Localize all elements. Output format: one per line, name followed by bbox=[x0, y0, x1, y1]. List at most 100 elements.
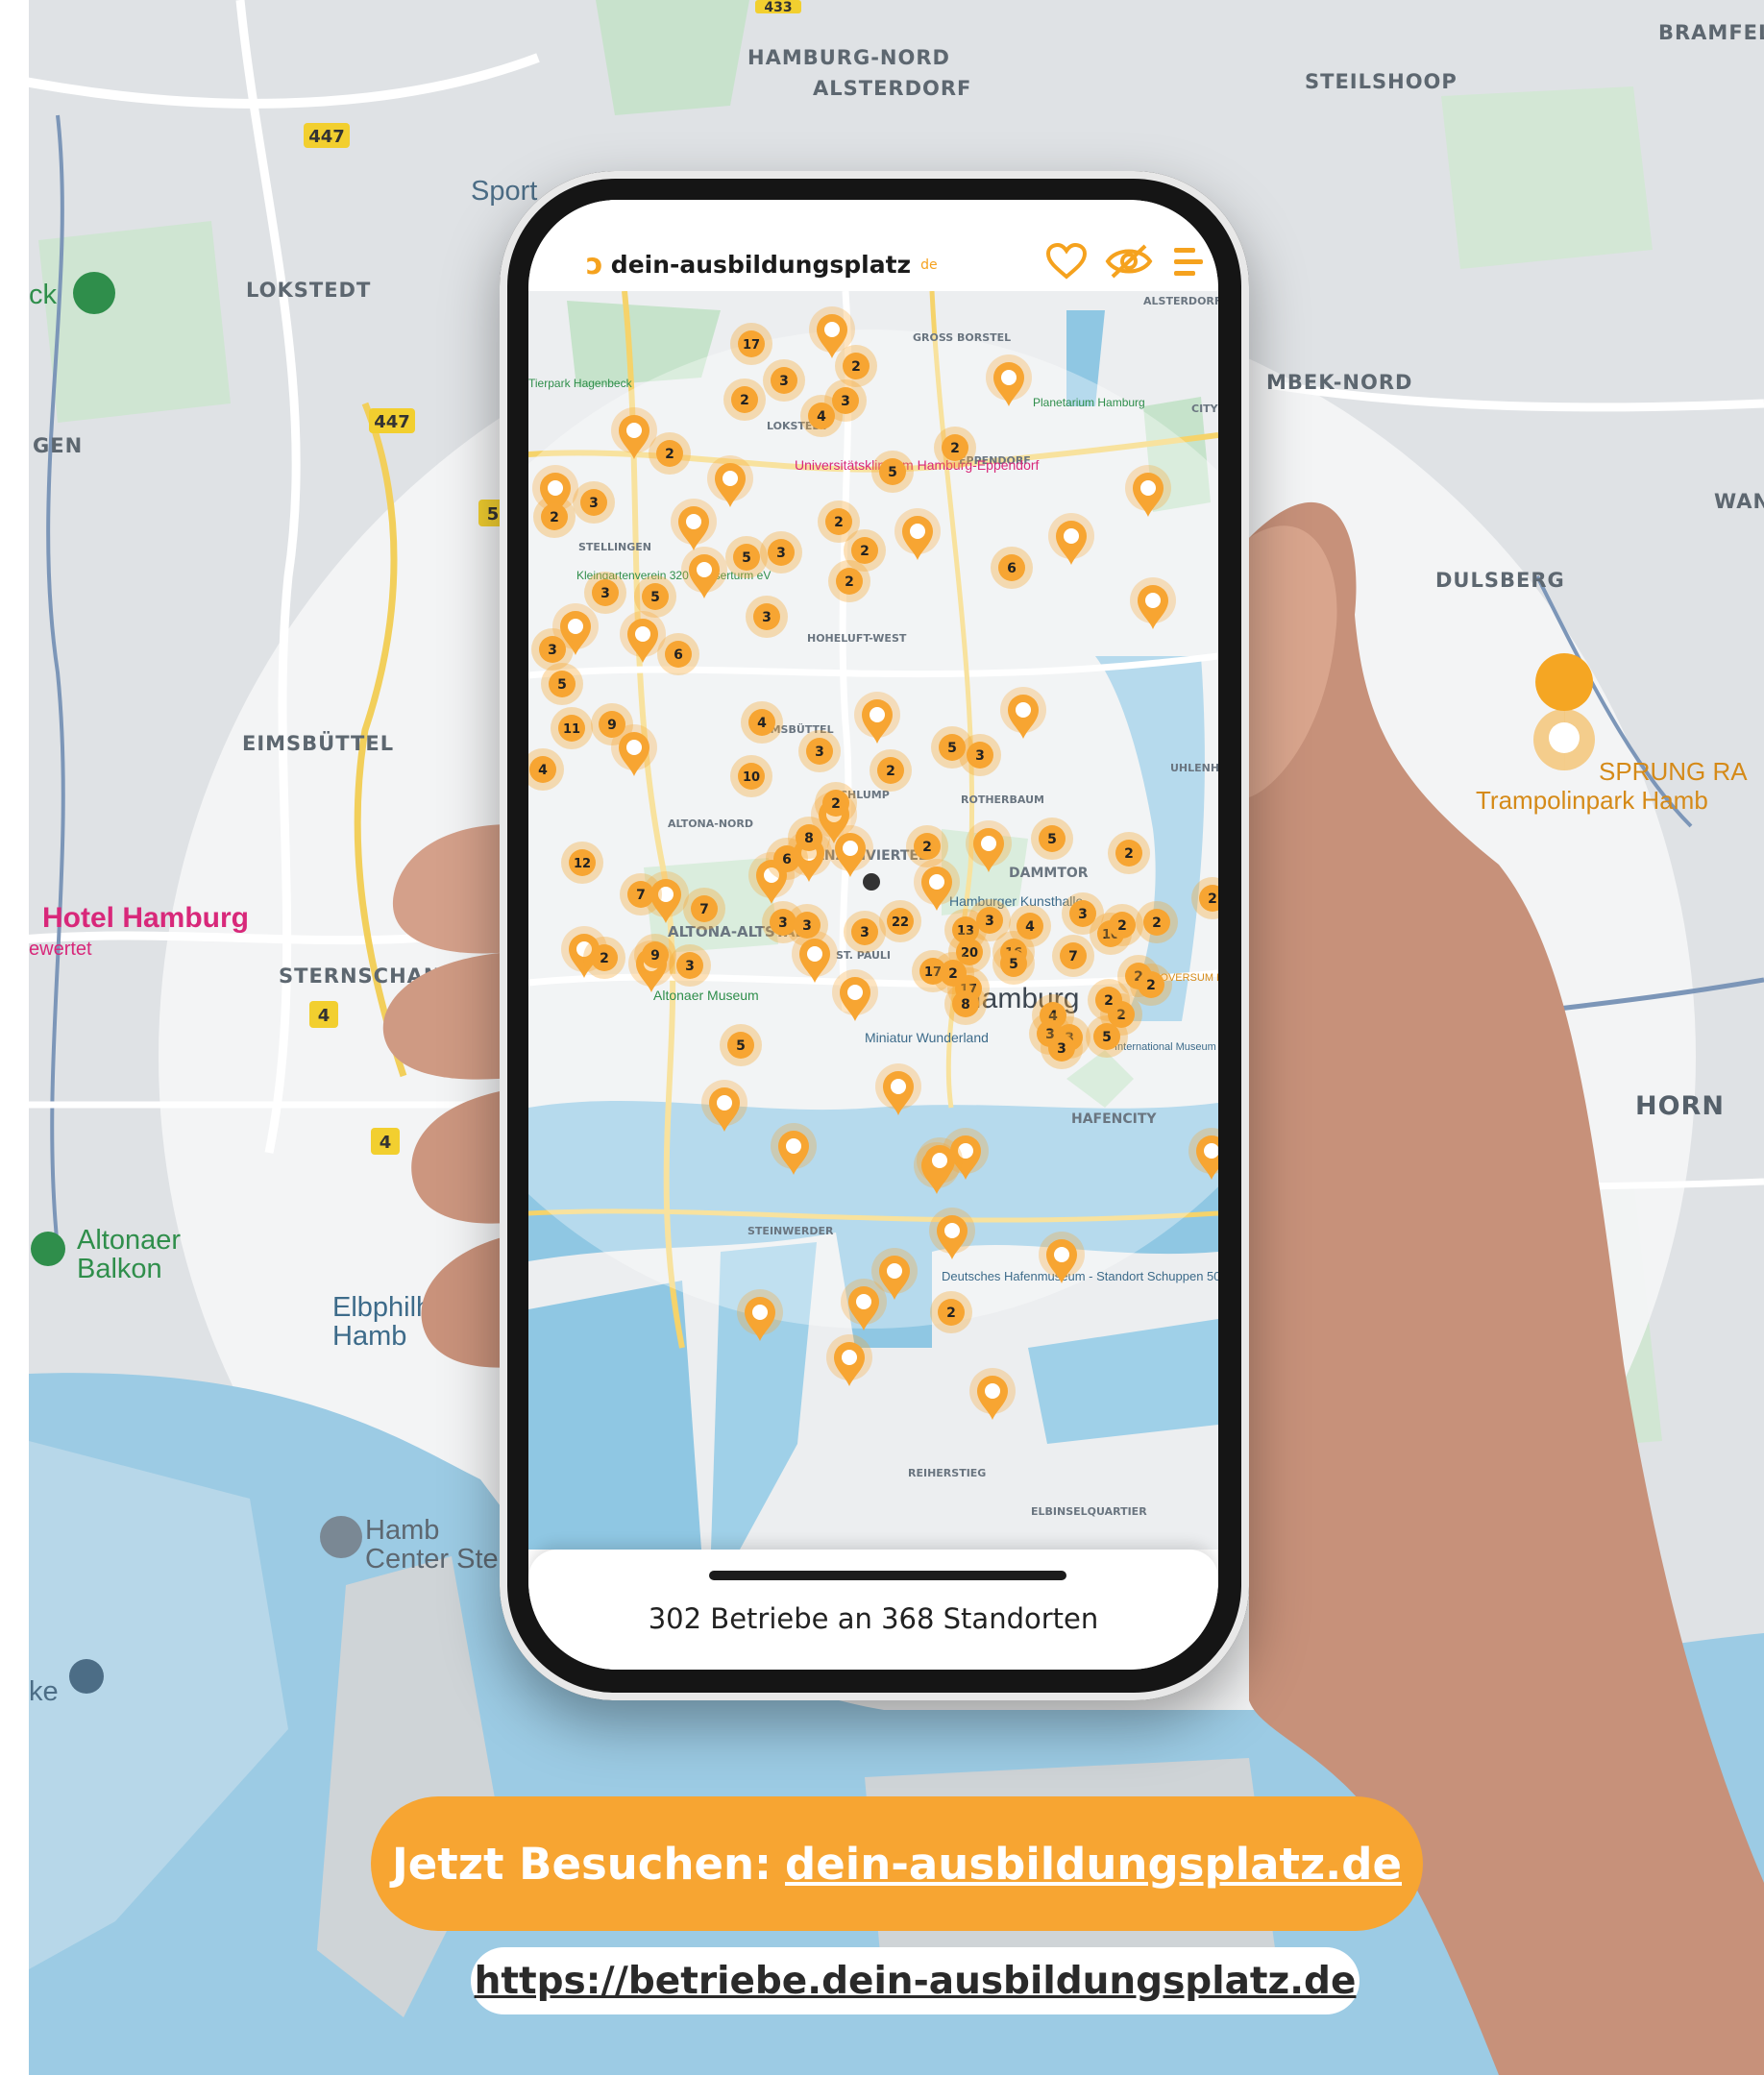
poi-label: Universitätsklinikum Hamburg-Eppendorf bbox=[795, 457, 1040, 473]
cluster-bubble[interactable]: 9 bbox=[591, 703, 633, 745]
cluster-count: 2 bbox=[1104, 993, 1114, 1009]
poi-label: Deutsches Hafenmuseum - Standort Schuppe… bbox=[942, 1269, 1218, 1283]
cluster-count: 2 bbox=[1146, 978, 1156, 993]
logo-tld: de bbox=[920, 256, 938, 273]
heart-icon[interactable] bbox=[1045, 242, 1088, 281]
cluster-bubble[interactable]: 4 bbox=[1009, 905, 1051, 947]
cluster-count: 3 bbox=[1078, 907, 1088, 922]
cluster-count: 2 bbox=[946, 1306, 956, 1321]
cluster-bubble[interactable]: 2 bbox=[1130, 964, 1172, 1006]
cluster-count: 2 bbox=[1124, 846, 1134, 862]
cluster-count: 3 bbox=[860, 925, 870, 940]
cluster-bubble[interactable]: 2 bbox=[828, 560, 870, 602]
cluster-bubble[interactable]: 3 bbox=[763, 359, 805, 402]
cluster-bubble[interactable]: 17 bbox=[730, 323, 772, 365]
cluster-bubble[interactable]: 3 bbox=[584, 572, 626, 614]
cluster-count: 4 bbox=[817, 409, 826, 425]
cluster-count: 22 bbox=[892, 915, 909, 930]
cluster-bubble[interactable]: 3 bbox=[798, 730, 841, 772]
cluster-bubble[interactable]: 5 bbox=[1086, 1015, 1128, 1058]
cluster-count: 10 bbox=[743, 770, 760, 785]
cluster-bubble[interactable]: 2 bbox=[583, 937, 625, 979]
app-header: ͻ dein-ausbildungsplatz de bbox=[528, 200, 1218, 291]
cluster-bubble[interactable]: 3 bbox=[1041, 1027, 1083, 1069]
cluster-bubble[interactable]: 6 bbox=[991, 547, 1033, 589]
cluster-bubble[interactable]: 5 bbox=[992, 942, 1035, 985]
cluster-bubble[interactable]: 2 bbox=[932, 952, 974, 994]
cluster-bubble[interactable]: 2 bbox=[533, 496, 576, 538]
map-district-label: ELBINSELQUARTIER bbox=[1031, 1505, 1147, 1518]
cluster-count: 3 bbox=[975, 748, 985, 764]
cluster-bubble[interactable]: 2 bbox=[1088, 979, 1130, 1021]
cluster-bubble[interactable]: 2 bbox=[1108, 832, 1150, 874]
cluster-bubble[interactable]: 5 bbox=[720, 1024, 762, 1066]
cluster-bubble[interactable]: 5 bbox=[931, 726, 973, 769]
betriebe-url-link[interactable]: https://betriebe.dein-ausbildungsplatz.d… bbox=[475, 1960, 1357, 2003]
cluster-bubble[interactable]: 5 bbox=[725, 536, 768, 578]
cluster-bubble[interactable]: 5 bbox=[634, 575, 676, 618]
cluster-bubble[interactable]: 2 bbox=[723, 378, 766, 421]
cluster-bubble[interactable]: 12 bbox=[561, 842, 603, 884]
cluster-bubble[interactable]: 7 bbox=[1052, 935, 1094, 977]
cluster-bubble[interactable]: 7 bbox=[620, 873, 662, 915]
logo-text: dein-ausbildungsplatz bbox=[610, 251, 912, 279]
cluster-bubble[interactable]: 2 bbox=[870, 749, 912, 792]
cluster-bubble[interactable]: 6 bbox=[766, 838, 808, 880]
cluster-bubble[interactable]: 6 bbox=[657, 633, 699, 675]
cluster-count: 2 bbox=[886, 764, 895, 779]
cluster-count: 5 bbox=[650, 590, 660, 605]
cluster-bubble[interactable]: 3 bbox=[669, 944, 711, 987]
cluster-count: 3 bbox=[548, 643, 557, 658]
cluster-bubble[interactable]: 3 bbox=[573, 481, 615, 524]
phone-screen: ͻ dein-ausbildungsplatz de GROSS BORSTEL… bbox=[528, 200, 1218, 1670]
cluster-count: 4 bbox=[757, 716, 767, 731]
cluster-bubble[interactable]: 5 bbox=[1031, 818, 1073, 860]
results-summary: 302 Betriebe an 368 Standorten bbox=[648, 1602, 1099, 1635]
cta-link[interactable]: dein-ausbildungsplatz.de bbox=[785, 1839, 1402, 1890]
cluster-count: 2 bbox=[834, 515, 844, 530]
cluster-bubble[interactable]: 3 bbox=[746, 596, 788, 638]
map-district-label: STEINWERDER bbox=[747, 1225, 834, 1237]
cluster-bubble[interactable]: 5 bbox=[871, 451, 914, 493]
cluster-bubble[interactable]: 5 bbox=[541, 663, 583, 705]
cluster-bubble[interactable]: 2 bbox=[1136, 901, 1178, 943]
app-map[interactable]: GROSS BORSTEL LOKSTEDT EPPENDORF STELLIN… bbox=[528, 291, 1218, 1550]
cluster-count: 5 bbox=[557, 677, 567, 693]
sheet-drag-handle[interactable] bbox=[709, 1571, 1066, 1580]
cluster-count: 5 bbox=[736, 1038, 746, 1054]
cluster-bubble[interactable]: 10 bbox=[730, 755, 772, 797]
cluster-bubble[interactable]: 11 bbox=[551, 707, 593, 749]
results-sheet[interactable]: 302 Betriebe an 368 Standorten bbox=[528, 1550, 1218, 1670]
visit-cta-button[interactable]: Jetzt Besuchen: dein-ausbildungsplatz.de bbox=[371, 1796, 1423, 1931]
cluster-bubble[interactable]: 2 bbox=[934, 427, 976, 469]
eye-off-icon[interactable] bbox=[1105, 242, 1153, 281]
cluster-count: 6 bbox=[1007, 561, 1017, 576]
menu-icon[interactable] bbox=[1172, 242, 1205, 281]
cluster-count: 2 bbox=[1208, 891, 1217, 907]
cluster-count: 2 bbox=[831, 796, 841, 812]
cluster-count: 3 bbox=[1057, 1041, 1066, 1057]
cluster-count: 5 bbox=[1009, 957, 1018, 972]
cluster-bubble[interactable]: 3 bbox=[844, 911, 886, 953]
cluster-count: 2 bbox=[600, 951, 609, 966]
cluster-bubble[interactable]: 3 bbox=[786, 904, 828, 946]
cluster-count: 2 bbox=[845, 574, 854, 590]
cluster-bubble[interactable]: 2 bbox=[815, 782, 857, 824]
cluster-bubble[interactable]: 7 bbox=[683, 888, 725, 930]
app-logo[interactable]: ͻ dein-ausbildungsplatz de bbox=[586, 248, 938, 281]
cluster-bubble[interactable]: 4 bbox=[741, 701, 783, 744]
cluster-bubble[interactable]: 2 bbox=[930, 1291, 972, 1333]
poi-label: Miniatur Wunderland bbox=[865, 1030, 989, 1045]
poi-label: Planetarium Hamburg bbox=[1033, 396, 1145, 409]
cluster-bubble[interactable]: 22 bbox=[879, 900, 921, 942]
cluster-bubble[interactable]: 2 bbox=[906, 825, 948, 867]
cluster-count: 3 bbox=[589, 496, 599, 511]
cluster-bubble[interactable]: 2 bbox=[649, 432, 691, 475]
poi-label: Altonaer Museum bbox=[653, 988, 759, 1003]
map-district-label: DAMMTOR bbox=[1009, 866, 1089, 881]
poi-label: International Museum Hamburg bbox=[1115, 1041, 1218, 1053]
current-position-icon bbox=[863, 873, 880, 891]
map-district-label: ALTONA-NORD bbox=[668, 818, 753, 830]
cta-prefix: Jetzt Besuchen: bbox=[392, 1838, 772, 1890]
cluster-bubble[interactable]: 4 bbox=[800, 395, 843, 437]
